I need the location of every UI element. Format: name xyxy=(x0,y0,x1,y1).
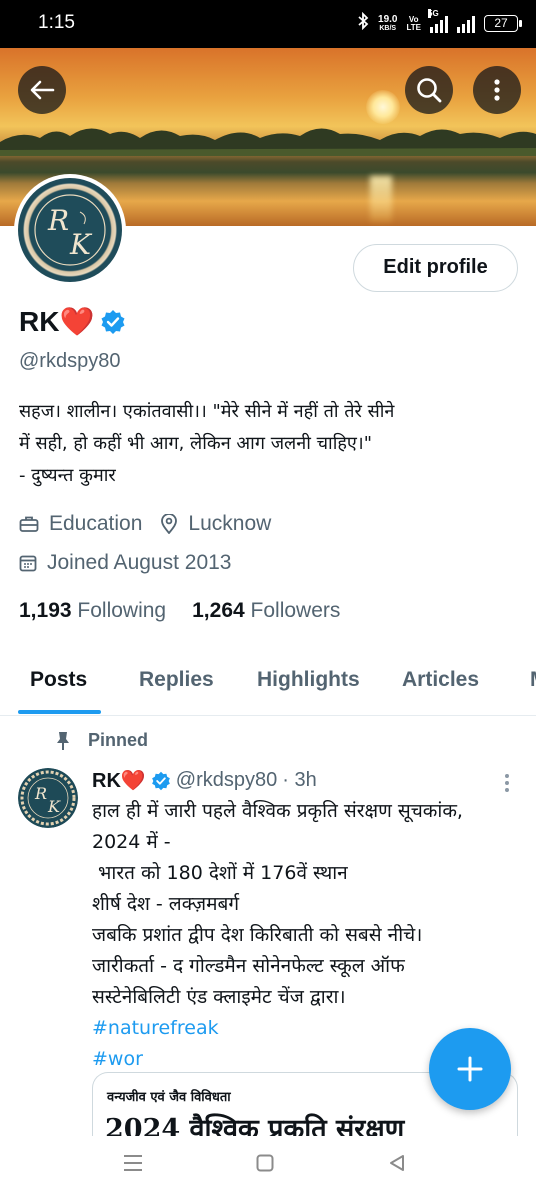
compose-button[interactable] xyxy=(429,1028,511,1110)
tweet-author-handle[interactable]: @rkdspy80 xyxy=(176,769,277,792)
network-speed-unit: KB/S xyxy=(379,24,397,32)
profile-name-row: RK❤️ xyxy=(19,305,126,338)
card-small-text: वन्यजीव एवं जैव विविधता xyxy=(107,1090,231,1105)
tweet-line: भारत को 180 देशों में 176वें स्थान xyxy=(92,862,348,884)
tweet-header: RK❤️ @rkdspy80 · 3h xyxy=(92,768,317,793)
network-speed: 19.0 KB/S xyxy=(378,13,398,33)
following-count: 1,193 xyxy=(19,599,72,622)
system-navigation-bar xyxy=(0,1136,536,1200)
tweet-more-icon[interactable] xyxy=(500,772,514,794)
location-pin-icon xyxy=(160,514,178,534)
search-button[interactable] xyxy=(405,66,453,114)
back-button[interactable] xyxy=(18,66,66,114)
verified-badge-icon[interactable] xyxy=(100,309,126,335)
search-icon xyxy=(417,78,442,103)
profile-joined-row: Joined August 2013 xyxy=(19,551,232,575)
tweet-line: सस्टेनेबिलिटी एंड क्लाइमेट चेंज द्वारा। xyxy=(92,986,346,1008)
bluetooth-icon xyxy=(357,11,369,35)
tweet-line: जारीकर्ता - द गोल्डमैन सोनेनफेल्ट स्कूल … xyxy=(92,955,405,977)
edit-profile-button[interactable]: Edit profile xyxy=(353,244,518,292)
briefcase-icon xyxy=(19,515,39,533)
bio-line: - दुष्यन्त कुमार xyxy=(19,465,116,486)
home-icon[interactable] xyxy=(256,1154,274,1172)
bio-line: सहज। शालीन। एकांतवासी।। "मेरे सीने में न… xyxy=(19,401,395,422)
tweet-author-name[interactable]: RK❤️ xyxy=(92,768,146,793)
pinned-label-row: Pinned xyxy=(56,730,148,751)
signal-icon xyxy=(457,15,475,33)
followers-link[interactable]: 1,264 Followers xyxy=(192,599,340,623)
battery-level: 27 xyxy=(494,16,508,30)
tweet-line: शीर्ष देश - लक्ज़मबर्ग xyxy=(92,893,240,915)
tweet-line: हाल ही में जारी पहले वैश्विक प्रकृति संर… xyxy=(92,800,463,822)
more-vertical-icon xyxy=(494,79,500,101)
profile-joined: Joined August 2013 xyxy=(47,551,232,574)
tab-replies[interactable]: Replies xyxy=(139,668,214,692)
network-type: 5G xyxy=(428,8,439,18)
pin-icon xyxy=(57,731,69,750)
profile-avatar[interactable]: R K xyxy=(14,174,126,286)
back-nav-icon[interactable] xyxy=(388,1154,406,1172)
status-bar: 1:15 19.0 KB/S Vo LTE 5G 27 xyxy=(0,0,536,48)
volte-line2: LTE xyxy=(406,22,421,32)
avatar-monogram: R K xyxy=(34,194,106,266)
profile-bio: सहज। शालीन। एकांतवासी।। "मेरे सीने में न… xyxy=(19,396,519,492)
small-avatar-letter-k: K xyxy=(47,797,61,816)
verified-badge-icon xyxy=(151,771,170,790)
following-link[interactable]: 1,193 Following xyxy=(19,599,166,623)
status-icons: 19.0 KB/S Vo LTE 5G 27 xyxy=(357,8,522,35)
battery-icon: 27 xyxy=(484,15,522,32)
bio-line: में सही, हो कहीं भी आग, लेकिन आग जलनी चा… xyxy=(19,433,372,454)
following-label: Following xyxy=(77,599,167,622)
calendar-icon xyxy=(19,554,37,572)
arrow-left-icon xyxy=(30,80,55,100)
banner-reflection xyxy=(370,176,392,222)
menu-icon[interactable] xyxy=(123,1154,143,1172)
followers-label: Followers xyxy=(250,599,341,622)
avatar-letter-r: R xyxy=(47,204,69,237)
tweet-line: जबकि प्रशांत द्वीप देश किरिबाती को सबसे … xyxy=(92,924,423,946)
more-options-button[interactable] xyxy=(473,66,521,114)
tweet-author-avatar[interactable]: R K xyxy=(18,768,78,828)
followers-count: 1,264 xyxy=(192,599,245,622)
pinned-label: Pinned xyxy=(88,730,149,750)
follow-stats: 1,193 Following 1,264 Followers xyxy=(19,599,340,623)
profile-meta-row: Education Lucknow xyxy=(19,512,271,536)
avatar-image: R K xyxy=(18,178,122,282)
tab-highlights[interactable]: Highlights xyxy=(257,668,360,692)
display-name: RK❤️ xyxy=(19,306,95,337)
status-time: 1:15 xyxy=(38,12,75,33)
profile-location: Lucknow xyxy=(188,512,272,535)
banner-treeline xyxy=(0,128,536,156)
volte-indicator: Vo LTE xyxy=(406,15,421,32)
profile-tabs: Posts Replies Highlights Articles M xyxy=(0,656,536,716)
active-tab-indicator xyxy=(18,710,101,714)
tab-articles[interactable]: Articles xyxy=(402,668,479,692)
profile-category: Education xyxy=(49,512,143,535)
profile-handle: @rkdspy80 xyxy=(19,350,121,372)
tab-posts[interactable]: Posts xyxy=(30,668,87,692)
network-speed-value: 19.0 xyxy=(378,13,398,25)
small-avatar-letter-r: R xyxy=(34,784,47,803)
tweet-time: · 3h xyxy=(282,769,317,791)
signal-5g-icon: 5G xyxy=(428,8,448,33)
tweet-line: 2024 में - xyxy=(92,831,171,853)
plus-icon xyxy=(457,1056,483,1082)
avatar-letter-k: K xyxy=(69,228,93,261)
tab-overflow[interactable]: M xyxy=(530,668,536,692)
